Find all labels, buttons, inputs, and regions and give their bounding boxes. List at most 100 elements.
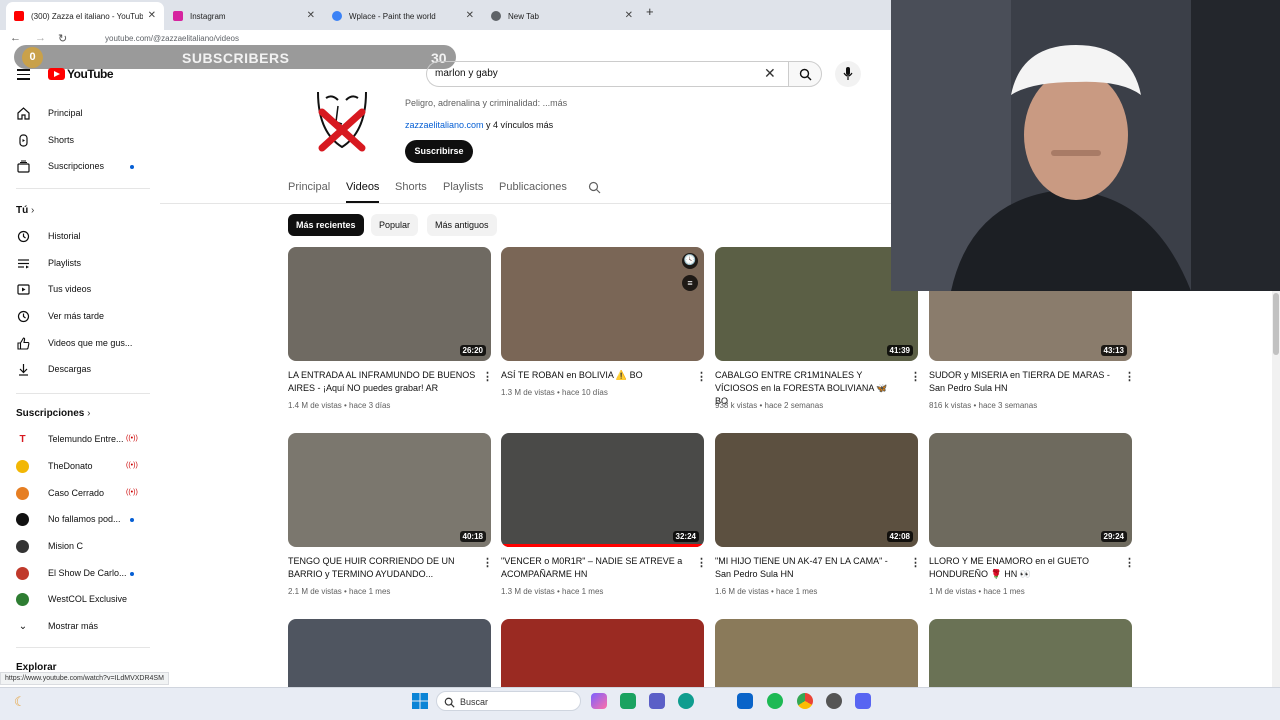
sidebar-item-playlists[interactable]: Playlists <box>16 250 81 276</box>
close-tab-icon[interactable]: ✕ <box>307 10 315 21</box>
teams-icon[interactable] <box>649 693 665 709</box>
channel-search-icon[interactable] <box>588 181 601 199</box>
windows-taskbar <box>0 687 1280 720</box>
sidebar-you-header[interactable]: Tú › <box>16 205 34 216</box>
sidebar-sub-caso-cerrado[interactable]: Caso Cerrado <box>16 480 104 506</box>
video-title[interactable]: ASÍ TE ROBAN en BOLIVIA ⚠️ BO <box>501 369 689 382</box>
sidebar-item-liked-videos[interactable]: Videos que me gus... <box>16 330 132 356</box>
video-title[interactable]: LA ENTRADA AL INFRAMUNDO DE BUENOS AIRES… <box>288 369 476 395</box>
video-thumbnail[interactable] <box>501 619 704 687</box>
sidebar-item-principal[interactable]: Principal <box>16 100 83 126</box>
sidebar-item-label: No fallamos pod... <box>48 514 121 524</box>
tab-publicaciones[interactable]: Publicaciones <box>499 181 567 193</box>
sidebar-sub-telemundo[interactable]: T Telemundo Entre... <box>16 426 124 452</box>
store-icon[interactable] <box>620 693 636 709</box>
video-thumbnail[interactable] <box>929 619 1132 687</box>
channel-description[interactable]: Peligro, adrenalina y criminalidad: ...m… <box>405 98 567 108</box>
more-options-icon[interactable]: ⋮ <box>482 370 493 383</box>
forward-arrow-icon[interactable]: → <box>35 32 46 44</box>
sidebar-item-suscripciones[interactable]: Suscripciones <box>16 153 104 179</box>
sidebar-item-label: Suscripciones <box>48 161 105 171</box>
sidebar-item-historial[interactable]: Historial <box>16 223 81 249</box>
tab-playlists[interactable]: Playlists <box>443 181 483 193</box>
sidebar-item-shorts[interactable]: Shorts <box>16 127 74 153</box>
video-title[interactable]: LLORO Y ME ENAMORO en el GUETO HONDUREÑO… <box>929 555 1117 581</box>
more-options-icon[interactable]: ⋮ <box>1124 556 1135 569</box>
video-title[interactable]: SUDOR y MISERIA en TIERRA DE MARAS - San… <box>929 369 1117 395</box>
browser-tab-youtube[interactable]: (300) Zazza el italiano - YouTube ✕ <box>6 2 164 30</box>
hamburger-menu-icon[interactable] <box>17 69 30 83</box>
sidebar-sub-mision-c[interactable]: Mision C <box>16 533 83 559</box>
chip-mas-antiguos[interactable]: Más antiguos <box>427 214 497 236</box>
subscribe-button[interactable]: Suscribirse <box>405 140 473 163</box>
voice-search-button[interactable] <box>835 61 861 87</box>
more-options-icon[interactable]: ⋮ <box>696 370 707 383</box>
scrollbar-thumb[interactable] <box>1273 293 1279 355</box>
video-thumbnail[interactable]: 40:18 <box>288 433 491 547</box>
more-options-icon[interactable]: ⋮ <box>910 370 921 383</box>
video-thumbnail[interactable]: 42:08 <box>715 433 918 547</box>
video-title[interactable]: "MI HIJO TIENE UN AK-47 EN LA CAMA" - Sa… <box>715 555 903 581</box>
sidebar-subscriptions-header[interactable]: Suscripciones › <box>16 408 90 419</box>
video-title[interactable]: "VENCER o M0R1R" – NADIE SE ATREVE a ACO… <box>501 555 689 581</box>
sidebar-sub-westcol[interactable]: WestCOL Exclusive <box>16 586 127 612</box>
chip-popular[interactable]: Popular <box>371 214 419 236</box>
sidebar-sub-no-fallamos[interactable]: No fallamos pod... <box>16 506 121 532</box>
close-tab-icon[interactable]: ✕ <box>148 10 156 21</box>
clear-search-icon[interactable]: ✕ <box>764 65 776 82</box>
more-options-icon[interactable]: ⋮ <box>482 556 493 569</box>
tab-principal[interactable]: Principal <box>288 181 330 193</box>
taskbar-search-input[interactable] <box>436 691 581 711</box>
discord-icon[interactable] <box>855 693 871 709</box>
video-thumbnail[interactable]: 29:24 <box>929 433 1132 547</box>
youtube-logo[interactable]: YouTube <box>48 67 114 81</box>
spotify-icon[interactable] <box>767 693 783 709</box>
chrome-icon[interactable] <box>797 693 813 709</box>
browser-tab-instagram[interactable]: Instagram ✕ <box>165 2 323 30</box>
channel-avatar <box>16 486 29 500</box>
browser-tab-newtab[interactable]: New Tab ✕ <box>483 2 641 30</box>
new-tab-plus-icon[interactable]: + <box>646 4 654 19</box>
weather-moon-icon[interactable]: ☾ <box>14 694 26 710</box>
browser-tab-wplace[interactable]: Wplace - Paint the world ✕ <box>324 2 482 30</box>
tab-videos[interactable]: Videos <box>346 181 379 193</box>
sidebar-item-label: WestCOL Exclusive <box>48 594 128 604</box>
sidebar-sub-thedonato[interactable]: TheDonato <box>16 453 93 479</box>
video-thumbnail[interactable]: 32:24 <box>501 433 704 547</box>
edge-icon[interactable] <box>678 693 694 709</box>
channel-links-more[interactable]: y 4 vínculos más <box>484 120 553 130</box>
channel-avatar-logo <box>308 91 376 154</box>
video-thumbnail[interactable] <box>715 619 918 687</box>
reload-icon[interactable]: ↻ <box>58 32 67 45</box>
more-options-icon[interactable]: ⋮ <box>696 556 707 569</box>
more-options-icon[interactable]: ⋮ <box>1124 370 1135 383</box>
outlook-icon[interactable] <box>737 693 753 709</box>
chip-mas-recientes[interactable]: Más recientes <box>288 214 364 236</box>
sidebar-sub-el-show[interactable]: El Show De Carlo... <box>16 560 127 586</box>
add-to-queue-icon[interactable]: ≡ <box>682 275 698 291</box>
sidebar-item-descargas[interactable]: Descargas <box>16 356 91 382</box>
obs-icon[interactable] <box>826 693 842 709</box>
search-button[interactable] <box>788 61 822 87</box>
watch-later-icon[interactable]: 🕓 <box>682 253 698 269</box>
copilot-icon[interactable] <box>591 693 607 709</box>
video-thumbnail[interactable]: 41:39 <box>715 247 918 361</box>
sidebar-item-tus-videos[interactable]: Tus videos <box>16 276 91 302</box>
search-input-value[interactable]: marlon y gaby <box>435 68 498 79</box>
back-arrow-icon[interactable]: ← <box>10 32 21 44</box>
video-title[interactable]: TENGO QUE HUIR CORRIENDO DE UN BARRIO y … <box>288 555 476 581</box>
more-options-icon[interactable]: ⋮ <box>910 556 921 569</box>
channel-website-link[interactable]: zazzaelitaliano.com <box>405 120 484 130</box>
close-tab-icon[interactable]: ✕ <box>625 10 633 21</box>
sidebar-item-ver-mas-tarde[interactable]: Ver más tarde <box>16 303 104 329</box>
close-tab-icon[interactable]: ✕ <box>466 10 474 21</box>
tab-shorts[interactable]: Shorts <box>395 181 427 193</box>
subscriptions-header-label: Suscripciones <box>16 408 85 419</box>
sidebar-show-more[interactable]: ⌄ Mostrar más <box>16 613 98 639</box>
windows-start-icon[interactable] <box>412 693 428 714</box>
video-thumbnail[interactable]: 🕓 ≡ <box>501 247 704 361</box>
video-thumbnail[interactable]: 26:20 <box>288 247 491 361</box>
sidebar-divider <box>16 393 150 394</box>
url-text[interactable]: youtube.com/@zazzaelitaliano/videos <box>105 34 239 43</box>
video-thumbnail[interactable] <box>288 619 491 687</box>
